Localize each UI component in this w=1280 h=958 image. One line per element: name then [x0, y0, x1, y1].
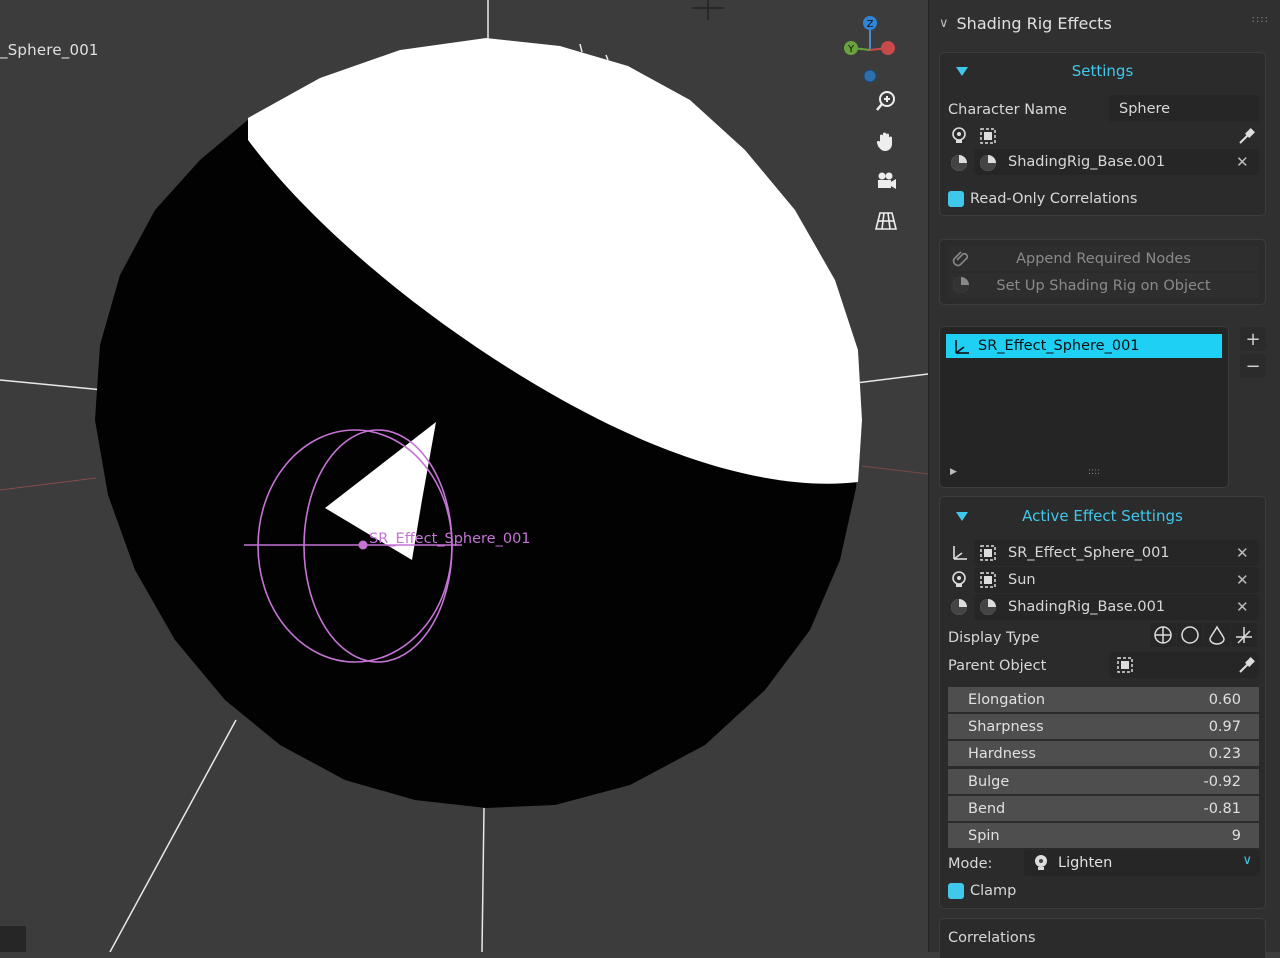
object-select-icon[interactable] [977, 125, 999, 147]
slider-label: Elongation [968, 691, 1046, 708]
display-drop-icon[interactable] [1204, 623, 1230, 647]
add-effect-button[interactable]: + [1240, 327, 1266, 351]
slider-value: 9 [1231, 827, 1241, 844]
parent-object-label: Parent Object [948, 658, 1047, 674]
active-effect-title[interactable]: Active Effect Settings [940, 507, 1265, 525]
elongation-slider[interactable]: Elongation 0.60 [948, 687, 1259, 712]
slider-value: 0.97 [1208, 718, 1241, 735]
slider-label: Spin [968, 827, 1000, 844]
light-bulb-icon [1030, 852, 1052, 874]
close-icon[interactable]: ✕ [1236, 153, 1249, 171]
object-select-icon[interactable] [1114, 654, 1136, 676]
list-item-label: SR_Effect_Sphere_001 [978, 338, 1140, 354]
close-icon[interactable]: ✕ [1236, 571, 1249, 589]
display-circle-icon[interactable] [1177, 623, 1203, 647]
object-name-label: _Sphere_001 [0, 41, 99, 59]
object-select-icon[interactable] [977, 542, 999, 564]
panel-title: Shading Rig Effects [956, 13, 1112, 33]
paperclip-icon [950, 247, 972, 269]
slider-value: -0.81 [1203, 800, 1241, 817]
mode-dropdown[interactable]: Lighten ∨ [1024, 850, 1260, 876]
character-name-label: Character Name [948, 102, 1067, 118]
panel-header[interactable]: ∨ Shading Rig Effects :::: [929, 0, 1280, 46]
zoom-icon[interactable] [869, 84, 903, 118]
light-bulb-icon [948, 125, 970, 147]
active-effect-section: Active Effect Settings SR_Effect_Sphere_… [939, 496, 1266, 909]
mode-label: Mode: [948, 856, 993, 872]
list-item[interactable]: SR_Effect_Sphere_001 [946, 334, 1222, 358]
3d-viewport[interactable]: _Sphere_001 SR_Effect_Sphere_001 Z Y [0, 0, 928, 952]
slider-value: 0.60 [1208, 691, 1241, 708]
close-icon[interactable]: ✕ [1236, 598, 1249, 616]
display-crosshair-circle-icon[interactable] [1150, 623, 1176, 647]
slider-value: -0.92 [1203, 773, 1241, 790]
chevron-down-icon: ∨ [1242, 853, 1252, 868]
eyedropper-icon[interactable] [1235, 125, 1257, 147]
empty-axes-icon [950, 336, 972, 358]
correlations-section: Correlations [939, 918, 1266, 958]
settings-title[interactable]: Settings [940, 62, 1265, 80]
chevron-down-icon[interactable]: ∨ [939, 16, 949, 31]
effect-object-field[interactable]: SR_Effect_Sphere_001 [974, 540, 1259, 566]
properties-sidebar: ∨ Shading Rig Effects :::: Settings Char… [928, 0, 1280, 958]
correlations-title[interactable]: Correlations [948, 930, 1036, 946]
orientation-gizmo[interactable]: Z Y [838, 12, 908, 86]
slider-label: Sharpness [968, 718, 1044, 735]
append-nodes-button[interactable]: Append Required Nodes [948, 246, 1259, 271]
y-axis-label: Y [847, 44, 855, 55]
object-select-icon[interactable] [977, 569, 999, 591]
hand-pan-icon[interactable] [869, 124, 903, 158]
empty-axes-icon [948, 542, 970, 564]
drag-grip-icon[interactable]: :::: [1252, 14, 1269, 25]
read-only-checkbox[interactable] [948, 191, 964, 207]
bulge-slider[interactable]: Bulge -0.92 [948, 769, 1259, 794]
slider-label: Hardness [968, 745, 1036, 762]
settings-section: Settings Character Name Sphere ShadingRi… [939, 52, 1266, 216]
display-axes-icon[interactable] [1231, 623, 1257, 647]
slider-label: Bulge [968, 773, 1010, 790]
spin-slider[interactable]: Spin 9 [948, 823, 1259, 848]
setup-rig-label: Set Up Shading Rig on Object [996, 277, 1211, 294]
z-axis-label: Z [867, 19, 874, 30]
material-sphere-icon [950, 274, 972, 296]
bend-slider[interactable]: Bend -0.81 [948, 796, 1259, 821]
resize-grip-icon[interactable]: :::: [1088, 467, 1100, 477]
camera-icon[interactable] [869, 164, 903, 198]
base-material-field[interactable]: ShadingRig_Base.001 [974, 149, 1259, 175]
mode-value: Lighten [1058, 855, 1113, 871]
effects-list[interactable]: SR_Effect_Sphere_001 ▶ :::: [939, 326, 1229, 488]
setup-rig-button[interactable]: Set Up Shading Rig on Object [948, 273, 1259, 298]
close-icon[interactable]: ✕ [1236, 544, 1249, 562]
material-browse-icon[interactable] [977, 152, 999, 174]
light-bulb-icon [948, 569, 970, 591]
actions-section: Append Required Nodes Set Up Shading Rig… [939, 239, 1266, 305]
effect-object-label: SR_Effect_Sphere_001 [369, 531, 531, 547]
material-sphere-icon [948, 596, 970, 618]
hardness-slider[interactable]: Hardness 0.23 [948, 741, 1259, 766]
clamp-checkbox[interactable] [948, 883, 964, 899]
remove-effect-button[interactable]: − [1240, 354, 1266, 378]
slider-label: Bend [968, 800, 1006, 817]
character-name-field[interactable]: Sphere [1109, 95, 1259, 122]
material-field[interactable]: ShadingRig_Base.001 [974, 594, 1259, 620]
viewport-corner [0, 926, 26, 952]
material-sphere-icon [948, 152, 970, 174]
grid-view-icon[interactable] [869, 204, 903, 238]
sharpness-slider[interactable]: Sharpness 0.97 [948, 714, 1259, 739]
display-type-label: Display Type [948, 630, 1040, 646]
read-only-label: Read-Only Correlations [970, 191, 1138, 207]
eyedropper-icon[interactable] [1235, 654, 1257, 676]
slider-value: 0.23 [1208, 745, 1241, 762]
expand-arrow-icon[interactable]: ▶ [950, 467, 957, 477]
scene-render[interactable] [0, 0, 928, 952]
light-field[interactable]: Sun [974, 567, 1259, 593]
clamp-label: Clamp [970, 883, 1017, 899]
append-nodes-label: Append Required Nodes [1016, 250, 1191, 267]
material-browse-icon[interactable] [977, 596, 999, 618]
